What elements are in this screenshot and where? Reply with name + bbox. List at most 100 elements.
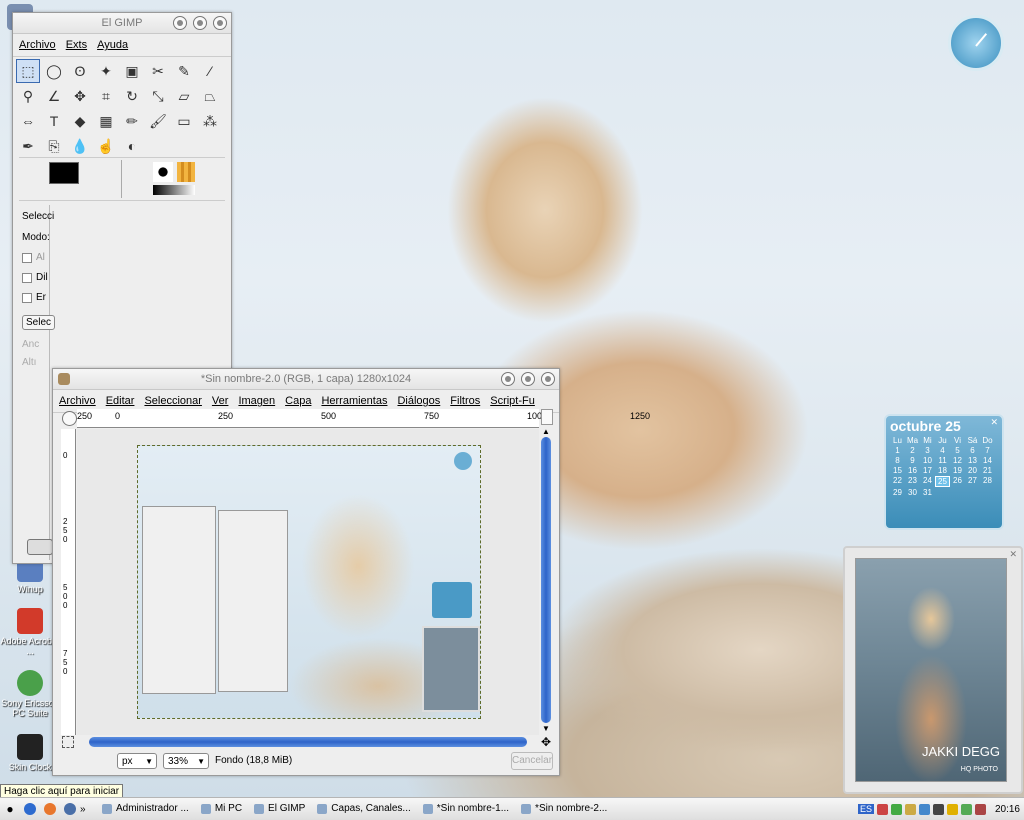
blur-icon[interactable]: 💧 [68, 134, 92, 158]
close-icon[interactable]: ✕ [990, 417, 998, 428]
menu-item[interactable]: Filtros [450, 395, 480, 407]
fuzzy-select-icon[interactable]: ✦ [94, 59, 118, 83]
image-window[interactable]: *Sin nombre-2.0 (RGB, 1 capa) 1280x1024 … [52, 368, 650, 776]
calendar-day-cell[interactable]: 20 [965, 466, 980, 475]
gradient-preview[interactable] [153, 185, 195, 195]
calendar-day-cell[interactable]: 11 [935, 456, 950, 465]
close-button[interactable] [213, 16, 227, 30]
flip-icon[interactable]: ⇔ [16, 109, 40, 133]
paintbrush-icon[interactable]: 🖌 [146, 109, 170, 133]
lasso-icon[interactable]: ʘ [68, 59, 92, 83]
photo-frame-gadget[interactable]: ✕ JAKKI DEGG HQ PHOTO [843, 546, 1023, 794]
quick-mask-icon[interactable] [62, 736, 74, 748]
cancel-button[interactable]: Cancelar [511, 752, 553, 770]
menu-item[interactable]: Seleccionar [144, 395, 201, 407]
taskbar-button[interactable]: Mi PC [197, 800, 246, 818]
calendar-day-cell[interactable]: 17 [920, 466, 935, 475]
minimize-button[interactable] [173, 16, 187, 30]
calendar-day-cell[interactable]: 22 [890, 476, 905, 487]
calendar-day-cell[interactable]: 31 [920, 488, 935, 497]
measure-icon[interactable]: ∠ [42, 84, 66, 108]
pattern-preview[interactable] [177, 162, 195, 182]
option-check[interactable]: Dil [22, 272, 48, 283]
calendar-day-cell[interactable]: 16 [905, 466, 920, 475]
taskbar-button[interactable]: *Sin nombre-1... [419, 800, 513, 818]
perspective-icon[interactable]: ⏢ [198, 84, 222, 108]
scale-icon[interactable]: ⤡ [146, 84, 170, 108]
paths-icon[interactable]: ✎ [172, 59, 196, 83]
calendar-day-cell[interactable]: 3 [920, 446, 935, 455]
calendar-day-cell[interactable]: 30 [905, 488, 920, 497]
calendar-day-cell[interactable]: 23 [905, 476, 920, 487]
calendar-day-cell[interactable]: 21 [980, 466, 995, 475]
eraser-icon[interactable]: ▭ [172, 109, 196, 133]
ellipse-select-icon[interactable]: ◯ [42, 59, 66, 83]
menu-ayuda[interactable]: Ayuda [97, 39, 128, 51]
toolbox-titlebar[interactable]: El GIMP [13, 13, 231, 34]
tray-icon[interactable] [904, 803, 916, 815]
maximize-button[interactable] [521, 372, 535, 386]
blend-icon[interactable]: ▦ [94, 109, 118, 133]
show-more-icon[interactable]: » [80, 804, 92, 815]
app-icon[interactable] [64, 803, 76, 815]
menu-item[interactable]: Editar [106, 395, 135, 407]
apple-start-icon[interactable]: ● [0, 802, 20, 816]
tray-icon[interactable] [876, 803, 888, 815]
ie-icon[interactable] [24, 803, 36, 815]
menu-item[interactable]: Capa [285, 395, 311, 407]
calendar-day-cell[interactable]: 2 [905, 446, 920, 455]
option-check[interactable]: Al [22, 252, 45, 263]
navigation-button[interactable] [62, 411, 77, 426]
tray-icon[interactable] [890, 803, 902, 815]
menu-item[interactable]: Archivo [59, 395, 96, 407]
brush-preview[interactable] [153, 162, 173, 182]
calendar-day-cell[interactable]: 8 [890, 456, 905, 465]
move-icon[interactable]: ✥ [68, 84, 92, 108]
foreground-color[interactable] [49, 162, 79, 184]
calendar-day-cell[interactable]: 9 [905, 456, 920, 465]
calendar-day-cell[interactable]: 24 [920, 476, 935, 487]
menu-item[interactable]: Herramientas [321, 395, 387, 407]
tray-icon[interactable] [918, 803, 930, 815]
calendar-day-cell[interactable]: 29 [890, 488, 905, 497]
dodge-burn-icon[interactable]: ◐ [120, 134, 144, 158]
tray-icon[interactable] [932, 803, 944, 815]
calendar-day-cell[interactable]: 7 [980, 446, 995, 455]
calendar-day-cell[interactable]: 25 [935, 476, 950, 487]
minimize-button[interactable] [501, 372, 515, 386]
airbrush-icon[interactable]: ⁂ [198, 109, 222, 133]
calendar-day-cell[interactable]: 27 [965, 476, 980, 487]
menu-item[interactable]: Ver [212, 395, 229, 407]
shear-icon[interactable]: ▱ [172, 84, 196, 108]
maximize-button[interactable] [193, 16, 207, 30]
taskbar-button[interactable]: El GIMP [250, 800, 309, 818]
taskbar-button[interactable]: *Sin nombre-2... [517, 800, 611, 818]
rect-select-icon[interactable]: ⬚ [16, 59, 40, 83]
close-icon[interactable]: ✕ [1009, 549, 1017, 560]
checkbox[interactable] [22, 252, 32, 263]
calendar-day-cell[interactable]: 19 [950, 466, 965, 475]
scroll-up-arrow[interactable]: ▲ [541, 427, 551, 437]
image-canvas[interactable] [137, 445, 481, 719]
calendar-day-cell[interactable]: 18 [935, 466, 950, 475]
calendar-day-cell[interactable]: 1 [890, 446, 905, 455]
navigate-icon[interactable]: ✥ [541, 735, 551, 749]
smudge-icon[interactable]: ☝ [94, 134, 118, 158]
scroll-down-arrow[interactable]: ▼ [541, 724, 551, 734]
scissors-icon[interactable]: ✂ [146, 59, 170, 83]
calendar-day-cell[interactable] [935, 488, 950, 497]
desktop-icon[interactable]: Adobe Acrobat ... [0, 608, 60, 656]
selection-mode-button[interactable]: Selec [22, 315, 56, 330]
close-button[interactable] [541, 372, 555, 386]
rotate-icon[interactable]: ↻ [120, 84, 144, 108]
calendar-day-cell[interactable]: 4 [935, 446, 950, 455]
checkbox[interactable] [22, 272, 32, 283]
pencil-icon[interactable]: ✏ [120, 109, 144, 133]
crop-icon[interactable]: ⌗ [94, 84, 118, 108]
calendar-day-cell[interactable]: 15 [890, 466, 905, 475]
menu-exts[interactable]: Exts [66, 39, 87, 51]
calendar-day-cell[interactable]: 14 [980, 456, 995, 465]
calendar-day-cell[interactable] [950, 488, 965, 497]
calendar-day-cell[interactable]: 12 [950, 456, 965, 465]
canvas-area[interactable] [77, 429, 539, 735]
